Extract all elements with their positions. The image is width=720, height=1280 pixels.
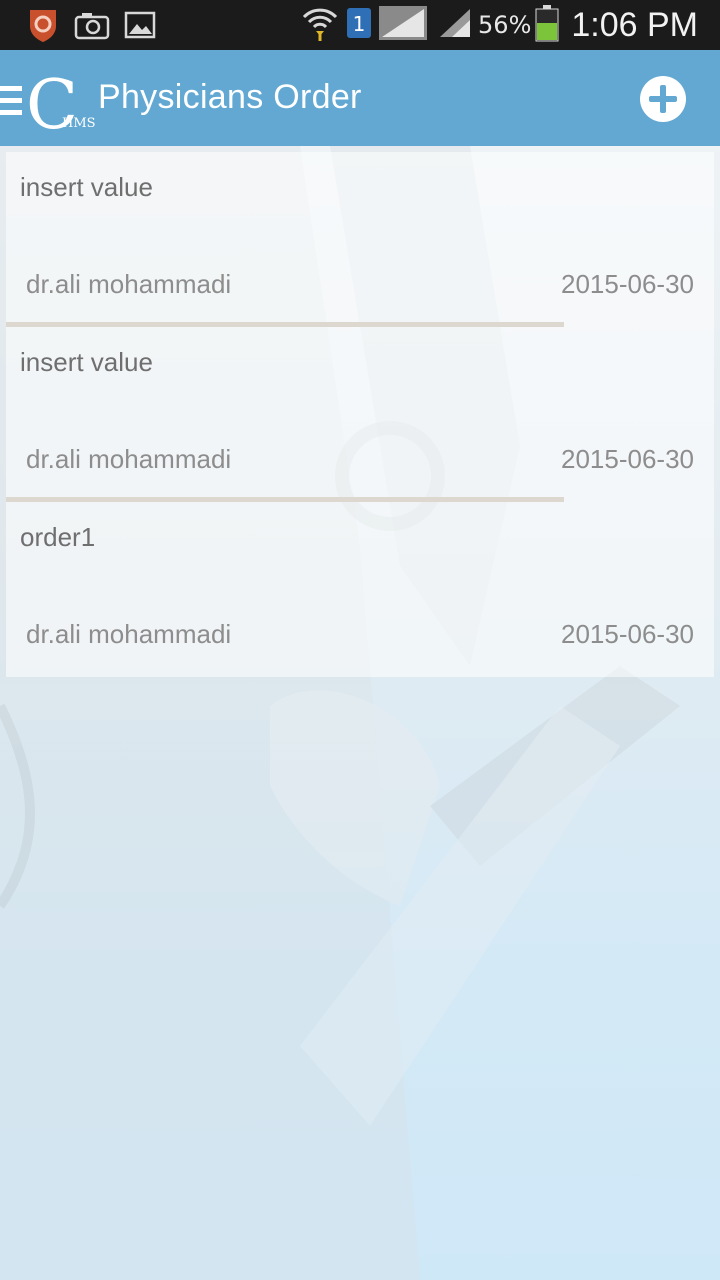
order-doctor: dr.ali mohammadi xyxy=(26,444,232,474)
menu-icon[interactable] xyxy=(0,86,22,120)
battery-percent: 56% xyxy=(478,11,532,39)
list-item[interactable]: insert value dr.ali mohammadi 2015-06-30 xyxy=(6,327,714,502)
camera-icon xyxy=(74,10,110,44)
order-title: order1 xyxy=(20,522,96,552)
order-date: 2015-06-30 xyxy=(561,619,694,649)
app-logo[interactable]: C HMS xyxy=(24,66,96,145)
order-doctor: dr.ali mohammadi xyxy=(26,269,232,299)
order-list: insert value dr.ali mohammadi 2015-06-30… xyxy=(6,152,714,677)
signal-icon xyxy=(378,5,428,45)
list-item[interactable]: order1 dr.ali mohammadi 2015-06-30 xyxy=(6,502,714,677)
sim-icon: 1 xyxy=(346,7,372,43)
list-item[interactable]: insert value dr.ali mohammadi 2015-06-30 xyxy=(6,152,714,327)
page-title: Physicians Order xyxy=(98,78,362,116)
svg-text:HMS: HMS xyxy=(62,116,96,131)
order-date: 2015-06-30 xyxy=(561,444,694,474)
battery-icon xyxy=(535,4,559,46)
gallery-icon xyxy=(124,10,156,44)
wifi-icon xyxy=(300,3,340,47)
status-bar: 1 56% 1:06 PM xyxy=(0,0,720,50)
order-doctor: dr.ali mohammadi xyxy=(26,619,232,649)
signal-icon xyxy=(438,7,472,43)
order-date: 2015-06-30 xyxy=(561,269,694,299)
svg-text:1: 1 xyxy=(353,12,366,36)
add-order-button[interactable] xyxy=(640,76,686,122)
order-title: insert value xyxy=(20,347,153,377)
order-title: insert value xyxy=(20,172,153,202)
shield-app-icon xyxy=(26,6,60,48)
status-time: 1:06 PM xyxy=(571,5,698,44)
app-bar: C HMS Physicians Order xyxy=(0,50,720,146)
